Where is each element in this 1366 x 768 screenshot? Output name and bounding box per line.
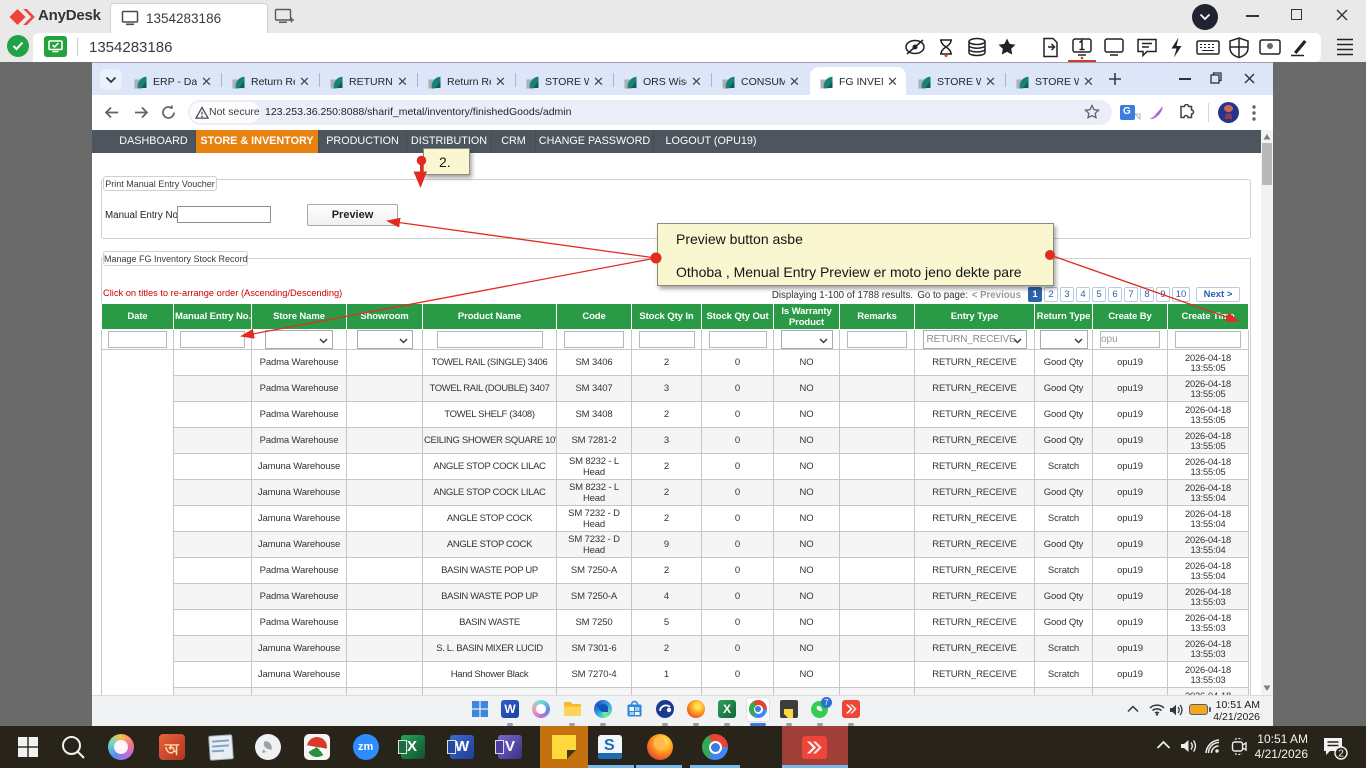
svg-text:2: 2	[1338, 749, 1344, 760]
